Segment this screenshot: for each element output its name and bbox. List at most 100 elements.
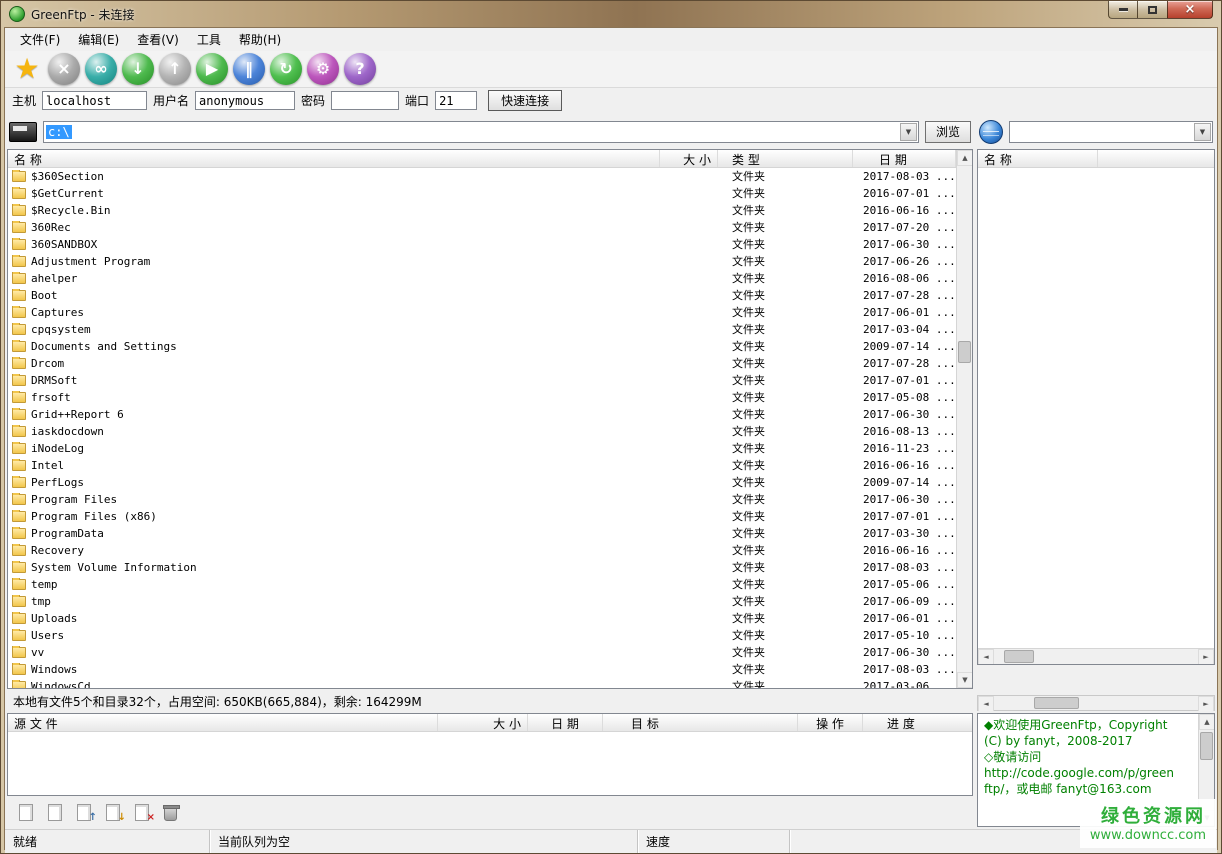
file-row[interactable]: ahelper 文件夹 2016-08-06 ...	[8, 270, 956, 287]
file-row[interactable]: Captures 文件夹 2017-06-01 ...	[8, 304, 956, 321]
remote-horizontal-scrollbar[interactable]: ◄ ►	[978, 648, 1214, 664]
host-input[interactable]	[42, 91, 147, 110]
file-date: 2016-06-16 ...	[853, 204, 956, 217]
password-input[interactable]	[331, 91, 399, 110]
file-row[interactable]: Program Files (x86) 文件夹 2017-07-01 ...	[8, 508, 956, 525]
file-row[interactable]: System Volume Information 文件夹 2017-08-03…	[8, 559, 956, 576]
menu-item[interactable]: 文件(F)	[11, 28, 69, 51]
menu-item[interactable]: 工具	[188, 28, 230, 51]
queue-remove-icon[interactable]: ×	[135, 801, 155, 821]
start-transfer-button[interactable]: ▶	[196, 53, 228, 85]
download-button[interactable]: ↓	[122, 53, 154, 85]
file-row[interactable]: frsoft 文件夹 2017-05-08 ...	[8, 389, 956, 406]
remote-lower-scrollbar[interactable]: ◄ ►	[977, 695, 1215, 711]
queue-copy-icon[interactable]	[48, 801, 68, 821]
file-row[interactable]: tmp 文件夹 2017-06-09 ...	[8, 593, 956, 610]
menu-item[interactable]: 查看(V)	[128, 28, 188, 51]
column-header-date[interactable]: 日 期	[853, 150, 956, 167]
queue-clear-icon[interactable]	[164, 801, 184, 821]
port-input[interactable]	[435, 91, 477, 110]
file-row[interactable]: temp 文件夹 2017-05-06 ...	[8, 576, 956, 593]
folder-icon	[12, 392, 26, 403]
help-button[interactable]: ?	[344, 53, 376, 85]
scroll-track[interactable]	[1199, 730, 1214, 810]
file-row[interactable]: Boot 文件夹 2017-07-28 ...	[8, 287, 956, 304]
chevron-down-icon[interactable]: ▼	[900, 123, 917, 141]
chevron-down-icon[interactable]: ▼	[1194, 123, 1211, 141]
file-row[interactable]: Users 文件夹 2017-05-10 ...	[8, 627, 956, 644]
file-row[interactable]: Adjustment Program 文件夹 2017-06-26 ...	[8, 253, 956, 270]
scroll-right-icon[interactable]: ►	[1198, 649, 1214, 665]
queue-new-icon[interactable]	[19, 801, 39, 821]
scroll-thumb[interactable]	[958, 341, 971, 363]
column-header-name[interactable]: 名 称	[978, 150, 1098, 167]
connect-button[interactable]: ∞	[85, 53, 117, 85]
column-header-action[interactable]: 操 作	[798, 714, 863, 731]
scroll-track[interactable]	[994, 649, 1198, 664]
file-name: Drcom	[31, 357, 64, 370]
scroll-thumb[interactable]	[1200, 732, 1213, 760]
column-header-name[interactable]: 名 称	[8, 150, 660, 167]
file-row[interactable]: Uploads 文件夹 2017-06-01 ...	[8, 610, 956, 627]
column-header-type[interactable]: 类 型	[718, 150, 853, 167]
file-row[interactable]: ProgramData 文件夹 2017-03-30 ...	[8, 525, 956, 542]
file-row[interactable]: Recovery 文件夹 2016-06-16 ...	[8, 542, 956, 559]
file-row[interactable]: $GetCurrent 文件夹 2016-07-01 ...	[8, 185, 956, 202]
column-header-progress[interactable]: 进 度	[863, 714, 972, 731]
browse-button[interactable]: 浏览	[925, 121, 971, 143]
scroll-left-icon[interactable]: ◄	[978, 649, 994, 665]
file-row[interactable]: $360Section 文件夹 2017-08-03 ...	[8, 168, 956, 185]
refresh-button[interactable]: ↻	[270, 53, 302, 85]
scroll-thumb[interactable]	[1034, 697, 1079, 709]
file-row[interactable]: DRMSoft 文件夹 2017-07-01 ...	[8, 372, 956, 389]
quick-connect-button[interactable]: 快速连接	[488, 90, 562, 111]
upload-button[interactable]: ↑	[159, 53, 191, 85]
file-name: $Recycle.Bin	[31, 204, 110, 217]
scroll-left-icon[interactable]: ◄	[978, 696, 994, 712]
file-row[interactable]: iaskdocdown 文件夹 2016-08-13 ...	[8, 423, 956, 440]
scroll-down-icon[interactable]: ▼	[957, 672, 973, 688]
scroll-up-icon[interactable]: ▲	[1199, 714, 1215, 730]
column-header-date[interactable]: 日 期	[528, 714, 603, 731]
scroll-right-icon[interactable]: ►	[1198, 696, 1214, 712]
file-row[interactable]: iNodeLog 文件夹 2016-11-23 ...	[8, 440, 956, 457]
file-row[interactable]: WindowsCd 文件夹 2017-03-06 ...	[8, 678, 956, 688]
file-row[interactable]: Intel 文件夹 2016-06-16 ...	[8, 457, 956, 474]
file-row[interactable]: Documents and Settings 文件夹 2009-07-14 ..…	[8, 338, 956, 355]
maximize-button[interactable]	[1138, 1, 1167, 19]
file-row[interactable]: Windows 文件夹 2017-08-03 ...	[8, 661, 956, 678]
menu-item[interactable]: 帮助(H)	[230, 28, 290, 51]
column-header-source[interactable]: 源 文 件	[8, 714, 438, 731]
file-row[interactable]: Drcom 文件夹 2017-07-28 ...	[8, 355, 956, 372]
queue-up-icon[interactable]: ↑	[77, 801, 97, 821]
scroll-thumb[interactable]	[1004, 650, 1034, 663]
column-header-target[interactable]: 目 标	[603, 714, 798, 731]
favorites-button[interactable]: ★	[11, 53, 43, 85]
file-date: 2009-07-14 ...	[853, 476, 956, 489]
scroll-track[interactable]	[994, 696, 1198, 710]
file-row[interactable]: $Recycle.Bin 文件夹 2016-06-16 ...	[8, 202, 956, 219]
menu-item[interactable]: 编辑(E)	[69, 28, 128, 51]
close-button[interactable]: ×	[1167, 1, 1213, 19]
file-row[interactable]: vv 文件夹 2017-06-30 ...	[8, 644, 956, 661]
username-input[interactable]	[195, 91, 295, 110]
file-row[interactable]: PerfLogs 文件夹 2009-07-14 ...	[8, 474, 956, 491]
queue-down-icon[interactable]: ↓	[106, 801, 126, 821]
file-row[interactable]: Program Files 文件夹 2017-06-30 ...	[8, 491, 956, 508]
file-row[interactable]: 360SANDBOX 文件夹 2017-06-30 ...	[8, 236, 956, 253]
scroll-up-icon[interactable]: ▲	[957, 150, 973, 166]
column-header-size[interactable]: 大 小	[438, 714, 528, 731]
file-row[interactable]: 360Rec 文件夹 2017-07-20 ...	[8, 219, 956, 236]
minimize-button[interactable]	[1108, 1, 1138, 19]
file-row[interactable]: cpqsystem 文件夹 2017-03-04 ...	[8, 321, 956, 338]
remote-path-combo[interactable]: ▼	[1009, 121, 1213, 143]
file-date: 2017-03-04 ...	[853, 323, 956, 336]
column-header-size[interactable]: 大 小	[660, 150, 718, 167]
local-vertical-scrollbar[interactable]: ▲ ▼	[956, 150, 972, 688]
file-row[interactable]: Grid++Report 6 文件夹 2017-06-30 ...	[8, 406, 956, 423]
scroll-track[interactable]	[957, 166, 972, 672]
local-path-combo[interactable]: c:\ ▼	[43, 121, 919, 143]
settings-button[interactable]: ⚙	[307, 53, 339, 85]
pause-button[interactable]: ‖	[233, 53, 265, 85]
disconnect-button[interactable]: ×	[48, 53, 80, 85]
